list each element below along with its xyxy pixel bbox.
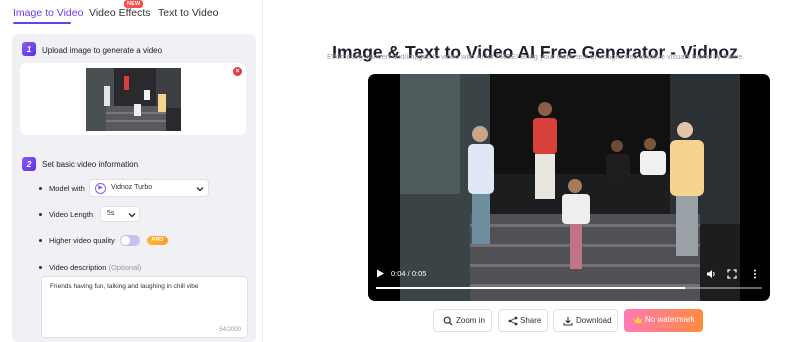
chevron-down-icon [196, 187, 204, 192]
crown-icon [634, 316, 642, 323]
no-watermark-label: No watermark [645, 315, 695, 324]
remove-image-icon[interactable]: × [233, 67, 242, 76]
optional-hint: (Optional) [108, 263, 142, 272]
chevron-down-icon [128, 213, 136, 218]
share-button[interactable]: Share [498, 309, 548, 332]
more-options-icon[interactable] [750, 269, 760, 279]
page-subtitle: Effortlessly convert text/images to vide… [327, 52, 745, 61]
bullet-icon [39, 213, 42, 216]
zoom-in-button[interactable]: Zoom in [433, 309, 492, 332]
share-label: Share [520, 316, 542, 325]
new-badge: NEW [124, 0, 144, 8]
upload-area[interactable]: × [20, 63, 246, 135]
video-progress-fill [376, 287, 685, 289]
vidnoz-logo-icon: ▶ [95, 183, 106, 194]
video-frame [400, 74, 740, 301]
step-2-title: Set basic video information [42, 160, 139, 169]
uploaded-image-thumbnail [86, 68, 181, 131]
mode-tabs: Image to Video Video Effects NEW Text to… [0, 0, 263, 28]
video-player[interactable]: 0:04 / 0:05 [368, 74, 770, 301]
left-panel: Image to Video Video Effects NEW Text to… [0, 0, 263, 342]
pro-badge: PRO [147, 236, 168, 245]
video-progress-bar[interactable] [376, 287, 762, 289]
play-icon[interactable] [376, 269, 385, 278]
model-value: Vidnoz Turbo [111, 184, 153, 191]
model-label: Model with [49, 184, 85, 193]
description-label-text: Video description [49, 263, 107, 272]
length-select[interactable]: 5s [100, 206, 140, 222]
step-1-number: 1 [22, 42, 36, 56]
fullscreen-icon[interactable] [727, 269, 737, 279]
tab-image-to-video[interactable]: Image to Video [13, 7, 83, 19]
bullet-icon [39, 187, 42, 190]
tab-text-to-video[interactable]: Text to Video [158, 7, 219, 19]
length-label: Video Length [49, 210, 94, 219]
download-label: Download [576, 316, 612, 325]
tab-video-effects[interactable]: Video Effects [89, 7, 151, 19]
download-button[interactable]: Download [553, 309, 618, 332]
model-select[interactable]: ▶ Vidnoz Turbo [89, 179, 209, 197]
share-icon [508, 316, 518, 326]
quality-toggle[interactable] [120, 235, 140, 246]
bullet-icon [39, 266, 42, 269]
step-2-number: 2 [22, 157, 36, 171]
quality-label: Higher video quality [49, 236, 115, 245]
no-watermark-button[interactable]: No watermark [624, 309, 703, 332]
step-1-title: Upload image to generate a video [42, 46, 163, 55]
description-value: Friends having fun, talking and laughing… [50, 283, 199, 290]
zoom-in-label: Zoom in [456, 316, 485, 325]
description-label: Video description (Optional) [49, 263, 141, 272]
download-icon [563, 317, 573, 326]
toggle-knob [121, 236, 130, 245]
video-time: 0:04 / 0:05 [391, 269, 427, 278]
length-value: 5s [107, 210, 115, 217]
bullet-icon [39, 239, 42, 242]
description-textarea[interactable]: Friends having fun, talking and laughing… [41, 276, 248, 338]
volume-icon[interactable] [706, 269, 716, 279]
character-count: 54/2000 [219, 327, 241, 333]
active-tab-underline [13, 22, 71, 24]
magnifier-icon [443, 316, 453, 326]
